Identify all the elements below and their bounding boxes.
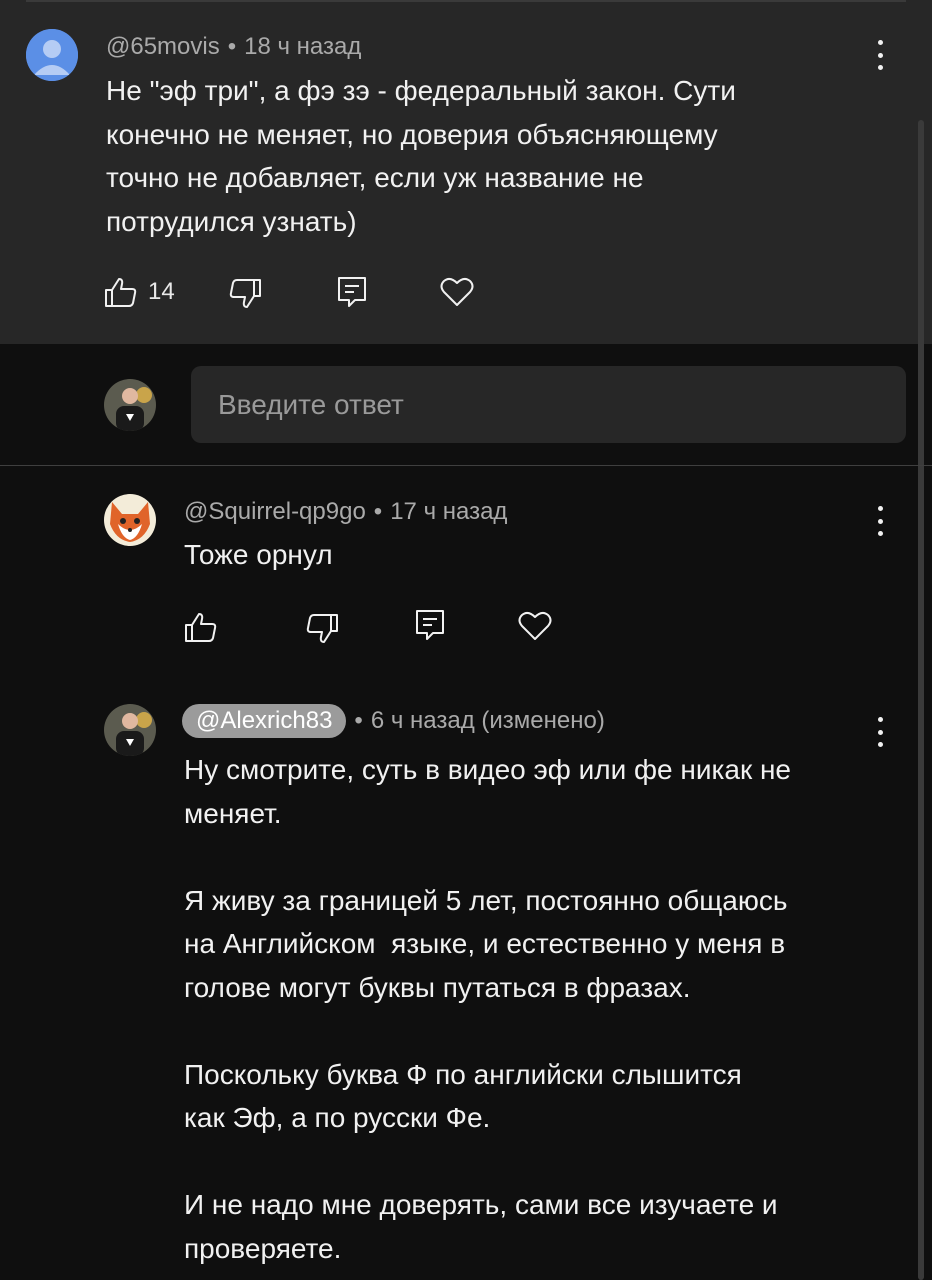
heart-icon — [518, 611, 552, 640]
dislike-icon — [306, 614, 338, 643]
like-icon — [185, 613, 217, 642]
divider — [0, 465, 932, 466]
top-divider — [26, 0, 906, 2]
avatar[interactable] — [104, 379, 156, 431]
dislike-button[interactable] — [305, 613, 339, 645]
comment-time[interactable]: 18 ч назад — [244, 33, 361, 60]
reply-text: Тоже орнул — [184, 539, 333, 570]
scrollbar[interactable] — [918, 120, 924, 1280]
fox-avatar-icon — [104, 494, 156, 546]
comment-author[interactable]: @65movis — [106, 33, 220, 60]
reply-text: Ну смотрите, суть в видео эф или фе ника… — [184, 754, 792, 1264]
reply-input[interactable]: Введите ответ — [191, 366, 906, 443]
dislike-button[interactable] — [228, 278, 262, 310]
avatar[interactable] — [104, 494, 156, 546]
reply-icon — [416, 610, 444, 640]
reply-button[interactable] — [337, 276, 367, 308]
reply-meta: @Squirrel-qp9go • 17 ч назад — [184, 498, 507, 526]
meta-separator: • — [373, 498, 383, 525]
user-photo-icon — [104, 379, 156, 431]
comment-meta: @65movis • 18 ч назад — [106, 33, 361, 61]
user-silhouette-icon — [26, 29, 78, 81]
reply-icon — [338, 277, 366, 307]
comment-text: Не "эф три", а фэ зэ - федеральный закон… — [106, 75, 736, 237]
heart-button[interactable] — [440, 276, 474, 308]
like-button[interactable] — [184, 611, 218, 643]
reply-button[interactable] — [415, 609, 445, 641]
reply-author[interactable]: @Squirrel-qp9go — [184, 498, 366, 525]
reply-time[interactable]: 6 ч назад (изменено) — [371, 707, 605, 734]
heart-icon — [440, 277, 474, 306]
avatar[interactable] — [104, 704, 156, 756]
meta-separator: • — [354, 707, 363, 734]
meta-separator: • — [227, 33, 237, 60]
like-icon — [105, 278, 137, 307]
more-vert-icon[interactable] — [870, 717, 890, 747]
like-count: 14 — [148, 278, 175, 305]
avatar[interactable] — [26, 29, 78, 81]
user-photo-icon — [104, 704, 156, 756]
like-button[interactable]: 14 — [104, 276, 175, 308]
more-vert-icon[interactable] — [870, 40, 890, 70]
heart-button[interactable] — [518, 610, 552, 642]
reply-input-placeholder: Введите ответ — [218, 388, 404, 420]
more-vert-icon[interactable] — [870, 506, 890, 536]
reply-time[interactable]: 17 ч назад — [390, 498, 507, 525]
dislike-icon — [229, 279, 261, 308]
reply-meta: @Alexrich83 • 6 ч назад (изменено) — [182, 704, 605, 738]
author-mention-chip[interactable]: @Alexrich83 — [182, 704, 347, 738]
